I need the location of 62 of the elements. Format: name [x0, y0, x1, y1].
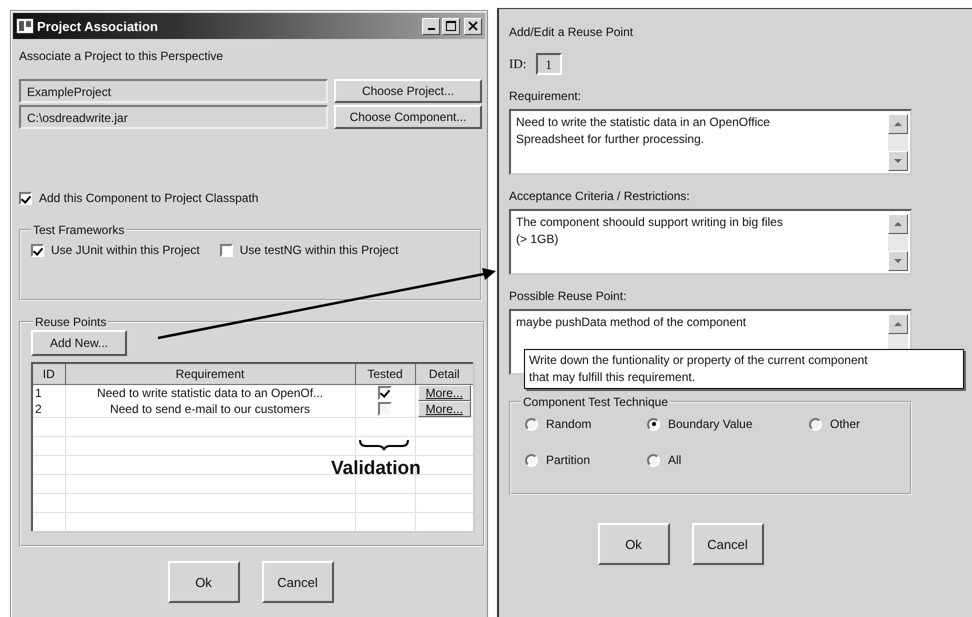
radio-button[interactable]: [647, 454, 660, 466]
field-label: Possible Reuse Point:: [509, 289, 628, 303]
choose-button[interactable]: Choose Component...: [334, 105, 482, 129]
text-area[interactable]: Need to write the statistic data in an OpenOffice Spreadsheet for further processing.: [509, 109, 912, 175]
radio-label: All: [668, 453, 682, 467]
checkbox[interactable]: [19, 192, 32, 204]
checkbox[interactable]: [378, 402, 392, 416]
table-cell: 2: [32, 401, 65, 418]
minimize-icon: [428, 28, 434, 30]
radio-button[interactable]: [647, 418, 660, 430]
id-label: ID:: [509, 56, 526, 72]
scrollbar[interactable]: [888, 214, 908, 271]
radio-button[interactable]: [525, 454, 538, 466]
column-header[interactable]: Tested: [355, 363, 415, 384]
ok-button[interactable]: Ok: [598, 523, 670, 565]
column-header[interactable]: ID: [32, 363, 65, 384]
id-field[interactable]: 1: [536, 53, 562, 75]
text-area[interactable]: The component shoould support writing in big files (> 1GB): [509, 209, 912, 275]
close-icon: [468, 21, 478, 31]
radio-button[interactable]: [525, 418, 538, 430]
column-header[interactable]: Detail: [415, 363, 474, 384]
column-header[interactable]: Requirement: [65, 363, 355, 384]
maximize-button[interactable]: [442, 18, 460, 34]
ok-button[interactable]: Ok: [168, 561, 240, 603]
checkbox-label: Use JUnit within this Project: [51, 243, 200, 257]
dialog-title: Add/Edit a Reuse Point: [509, 25, 634, 39]
table-cell: Need to write statistic data to an OpenOf...: [65, 384, 355, 401]
field-label: Acceptance Criteria / Restrictions:: [509, 189, 691, 203]
checkbox[interactable]: [378, 386, 392, 400]
tooltip: Write down the funtionality or property of the current component that may fulfill this requirement.: [524, 349, 964, 389]
radio-label: Partition: [546, 453, 590, 467]
group-title: Reuse Points: [34, 315, 108, 329]
more-button[interactable]: More...: [418, 401, 471, 417]
annotation-label: Validation: [331, 458, 421, 480]
close-button[interactable]: [464, 18, 482, 34]
checkbox-label: Add this Component to Project Classpath: [39, 191, 258, 205]
maximize-icon: [446, 21, 456, 31]
radio-label: Other: [830, 417, 860, 431]
field-label: Requirement:: [509, 89, 582, 103]
app-icon: [16, 18, 34, 34]
subtitle: Associate a Project to this Perspective: [19, 49, 224, 63]
cancel-button[interactable]: Cancel: [692, 523, 764, 565]
table-cell: 1: [32, 384, 65, 401]
checkbox[interactable]: [220, 244, 233, 256]
group-title: Test Frameworks: [32, 223, 126, 237]
radio-button[interactable]: [809, 418, 822, 430]
radio-label: Random: [546, 417, 592, 431]
more-button[interactable]: More...: [418, 385, 471, 401]
group-title: Component Test Technique: [522, 395, 669, 409]
checkbox-label: Use testNG within this Project: [240, 243, 398, 257]
cancel-button[interactable]: Cancel: [262, 561, 334, 603]
add-new-button[interactable]: Add New...: [31, 330, 127, 356]
checkbox[interactable]: [31, 244, 44, 256]
path-field[interactable]: C:\osdreadwrite.jar: [19, 105, 328, 129]
choose-button[interactable]: Choose Project...: [334, 79, 482, 103]
radio-label: Boundary Value: [668, 417, 753, 431]
window-title: Project Association: [37, 18, 159, 34]
brace-icon: [359, 440, 409, 451]
path-field[interactable]: ExampleProject: [19, 79, 328, 103]
scrollbar[interactable]: [888, 114, 908, 171]
table-cell: Need to send e-mail to our customers: [65, 401, 355, 418]
minimize-button[interactable]: [422, 18, 440, 34]
